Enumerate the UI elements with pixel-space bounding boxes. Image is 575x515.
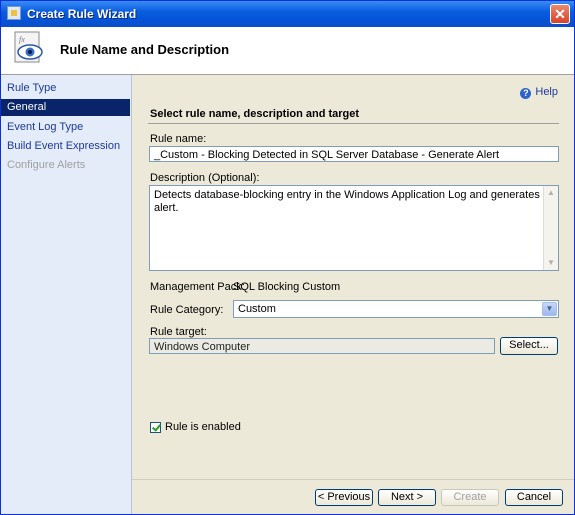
wizard-eye-icon: fx [14,31,43,63]
scroll-up-icon[interactable]: ▲ [544,186,558,200]
page-title: Rule Name and Description [60,42,230,57]
help-link[interactable]: ? Help [520,86,558,99]
nav-item-general[interactable]: General [1,99,130,116]
description-text: Detects database-blocking entry in the W… [154,189,540,214]
wizard-nav: Rule Type General Event Log Type Build E… [1,75,132,514]
rule-enabled-label[interactable]: Rule is enabled [165,421,241,433]
rule-target-field: Windows Computer [149,338,495,354]
previous-button[interactable]: < Previous [315,489,373,506]
nav-item-build-event-expression[interactable]: Build Event Expression [1,138,130,155]
wizard-header: fx Rule Name and Description [1,27,574,75]
section-title: Select rule name, description and target [150,108,360,120]
description-label: Description (Optional): [150,172,260,184]
rule-category-select[interactable]: Custom ▼ [233,300,559,318]
nav-item-event-log-type[interactable]: Event Log Type [1,119,130,136]
chevron-down-icon[interactable]: ▼ [542,302,557,316]
app-icon [7,6,21,20]
scroll-down-icon[interactable]: ▼ [544,256,558,270]
title-bar[interactable]: Create Rule Wizard ✕ [1,1,574,27]
create-rule-wizard-window: Create Rule Wizard ✕ fx Rule Name and De… [0,0,575,515]
next-button[interactable]: Next > [378,489,436,506]
rule-category-value: Custom [238,303,276,315]
rule-enabled-checkbox[interactable] [150,422,161,433]
close-button[interactable]: ✕ [550,4,570,24]
description-textarea[interactable]: Detects database-blocking entry in the W… [149,185,559,271]
rule-target-label: Rule target: [150,326,207,338]
svg-text:fx: fx [19,35,25,44]
management-pack-value: SQL Blocking Custom [233,281,341,293]
select-target-button[interactable]: Select... [500,337,558,355]
rule-name-label: Rule name: [150,133,207,145]
rule-name-input[interactable]: _Custom - Blocking Detected in SQL Serve… [149,146,559,162]
cancel-button[interactable]: Cancel [505,489,563,506]
management-pack-label: Management Pack: [150,281,245,293]
section-divider [148,123,559,124]
help-icon: ? [520,88,532,99]
window-title: Create Rule Wizard [27,7,137,21]
footer-divider [132,479,574,480]
help-label[interactable]: Help [535,86,558,98]
create-button: Create [441,489,499,506]
nav-item-configure-alerts: Configure Alerts [7,159,86,171]
nav-item-rule-type[interactable]: Rule Type [1,80,130,97]
rule-category-label: Rule Category: [150,304,224,316]
description-scrollbar[interactable]: ▲ ▼ [543,186,558,270]
content-panel: ? Help Select rule name, description and … [132,75,574,514]
